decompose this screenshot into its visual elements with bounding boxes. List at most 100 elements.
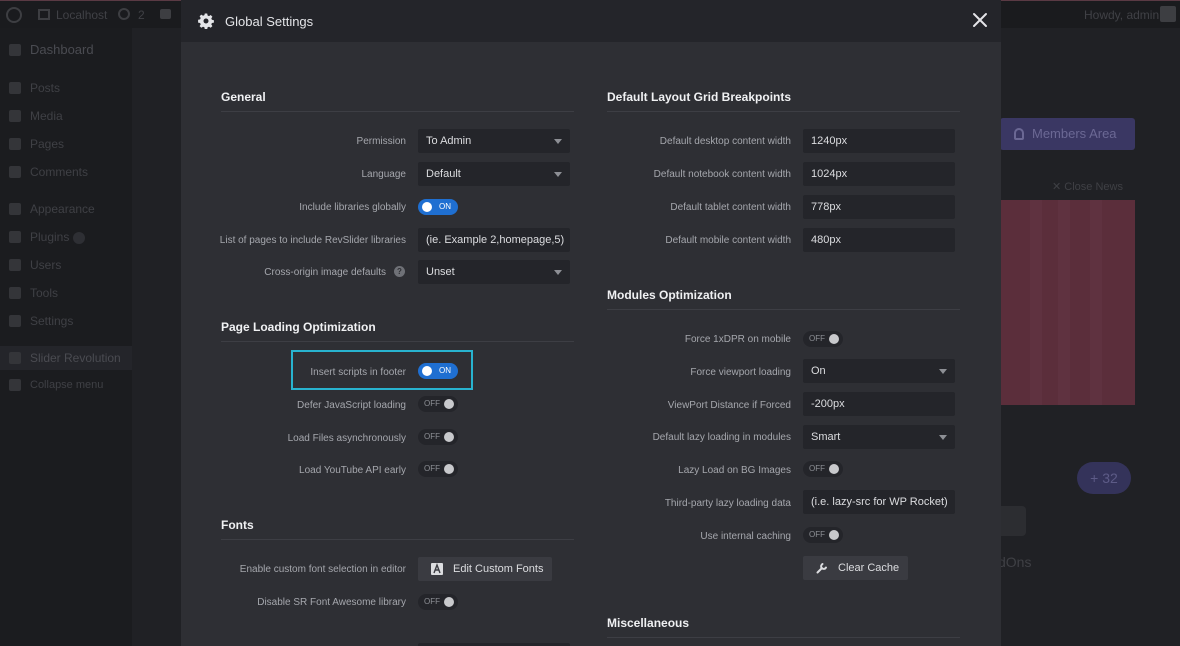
toggle-state: OFF (424, 432, 440, 441)
viewport-distance-input[interactable]: -200px (803, 392, 955, 416)
internal-caching-toggle[interactable]: OFF (803, 527, 843, 543)
youtube-api-label: Load YouTube API early (299, 465, 406, 476)
mobile-width-input[interactable]: 480px (803, 228, 955, 252)
youtube-api-toggle[interactable]: OFF (418, 461, 458, 477)
sidebar-item-label: Comments (30, 165, 89, 179)
edit-custom-fonts-button[interactable]: Edit Custom Fonts (418, 557, 552, 581)
section-divider (221, 341, 574, 342)
help-icon[interactable]: ? (394, 266, 405, 277)
cross-origin-select[interactable]: Unset (418, 260, 570, 284)
toggle-state: OFF (424, 464, 440, 473)
lazy-default-value: Smart (811, 431, 841, 443)
desktop-width-input[interactable]: 1240px (803, 129, 955, 153)
load-async-label: Load Files asynchronously (287, 433, 406, 444)
viewport-distance-value: -200px (811, 398, 845, 410)
sidebar-item-label: Pages (30, 137, 65, 151)
sidebar-item-label: Posts (30, 81, 61, 95)
sidebar-item-appearance[interactable]: Appearance (0, 197, 132, 221)
clear-cache-label: Clear Cache (838, 562, 900, 574)
sidebar-item-posts[interactable]: Posts (0, 76, 132, 100)
sidebar-item-comments[interactable]: Comments (0, 160, 132, 184)
wordpress-logo-icon[interactable] (6, 7, 22, 23)
desktop-width-label: Default desktop content width (659, 136, 791, 147)
sidebar-item-tools[interactable]: Tools (0, 281, 132, 305)
modal-header: Global Settings (181, 0, 1001, 42)
pages-icon (9, 138, 21, 150)
sidebar-item-plugins[interactable]: Plugins (0, 225, 132, 249)
avatar[interactable] (1160, 6, 1176, 22)
toggle-knob (829, 530, 839, 540)
lazy-bg-toggle[interactable]: OFF (803, 461, 843, 477)
toggle-knob (829, 464, 839, 474)
comments-icon[interactable] (160, 9, 171, 19)
slider-revolution-icon (9, 352, 21, 364)
pages-include-placeholder: (ie. Example 2,homepage,5) (426, 234, 565, 246)
insert-scripts-label: Insert scripts in footer (310, 367, 406, 378)
plugins-update-badge (73, 231, 86, 244)
third-party-label: Third-party lazy loading data (664, 498, 791, 509)
global-settings-modal: Global Settings General Permission To Ad… (181, 0, 1001, 646)
gear-icon (198, 13, 214, 29)
lazy-default-label: Default lazy loading in modules (652, 432, 791, 443)
force-viewport-select[interactable]: On (803, 359, 955, 383)
third-party-input[interactable]: (i.e. lazy-src for WP Rocket) (803, 490, 955, 514)
site-name-link[interactable]: Localhost (56, 8, 107, 22)
members-area-button[interactable]: Members Area (1000, 118, 1135, 150)
font-icon (431, 563, 443, 575)
section-title-page-loading: Page Loading Optimization (221, 320, 376, 334)
force-viewport-value: On (811, 365, 826, 377)
dashboard-icon (9, 44, 21, 56)
sidebar-item-dashboard[interactable]: Dashboard (0, 38, 132, 62)
permission-select[interactable]: To Admin (418, 129, 570, 153)
load-async-toggle[interactable]: OFF (418, 429, 458, 445)
updates-count: 2 (138, 8, 145, 22)
toggle-knob (444, 464, 454, 474)
toggle-state: OFF (809, 334, 825, 343)
section-divider (607, 111, 960, 112)
close-icon[interactable] (970, 10, 990, 30)
media-icon (9, 110, 21, 122)
chevron-down-icon (939, 435, 947, 440)
lazy-default-select[interactable]: Smart (803, 425, 955, 449)
addons-count-badge: + 32 (1077, 462, 1131, 494)
toggle-state: ON (439, 202, 451, 211)
disable-fa-toggle[interactable]: OFF (418, 594, 458, 610)
sidebar-item-users[interactable]: Users (0, 253, 132, 277)
sidebar-item-pages[interactable]: Pages (0, 132, 132, 156)
defer-js-toggle[interactable]: OFF (418, 396, 458, 412)
third-party-value: (i.e. lazy-src for WP Rocket) (811, 496, 948, 508)
notebook-width-label: Default notebook content width (653, 169, 791, 180)
insert-scripts-toggle[interactable]: ON (418, 363, 458, 379)
toggle-knob (444, 399, 454, 409)
home-icon (38, 9, 50, 20)
language-select[interactable]: Default (418, 162, 570, 186)
sidebar-item-label: Collapse menu (30, 379, 104, 391)
sidebar-item-label: Tools (30, 286, 59, 300)
members-area-label: Members Area (1032, 126, 1117, 141)
mobile-width-label: Default mobile content width (665, 235, 791, 246)
modal-title: Global Settings (225, 14, 314, 29)
section-divider (607, 309, 960, 310)
sidebar-item-settings[interactable]: Settings (0, 309, 132, 333)
updates-icon[interactable] (118, 8, 130, 20)
sidebar-item-slider-revolution[interactable]: Slider Revolution (0, 346, 132, 370)
news-panel (1000, 200, 1135, 405)
howdy-user-link[interactable]: Howdy, admin (1084, 8, 1159, 22)
sidebar-item-media[interactable]: Media (0, 104, 132, 128)
clear-cache-button[interactable]: Clear Cache (803, 556, 908, 580)
force-viewport-label: Force viewport loading (690, 367, 791, 378)
addons-label: dOns (998, 554, 1032, 570)
permission-label: Permission (356, 136, 406, 147)
chevron-down-icon (939, 369, 947, 374)
internal-caching-label: Use internal caching (700, 531, 791, 542)
include-libraries-toggle[interactable]: ON (418, 199, 458, 215)
close-news-link[interactable]: ✕ Close News (1052, 180, 1123, 193)
section-title-miscellaneous: Miscellaneous (607, 616, 690, 630)
force-dpr-toggle[interactable]: OFF (803, 331, 843, 347)
pages-include-input[interactable]: (ie. Example 2,homepage,5) (418, 228, 570, 252)
sidebar-collapse-menu[interactable]: Collapse menu (0, 373, 132, 397)
tablet-width-input[interactable]: 778px (803, 195, 955, 219)
section-divider (221, 539, 574, 540)
notebook-width-input[interactable]: 1024px (803, 162, 955, 186)
desktop-width-value: 1240px (811, 135, 848, 147)
